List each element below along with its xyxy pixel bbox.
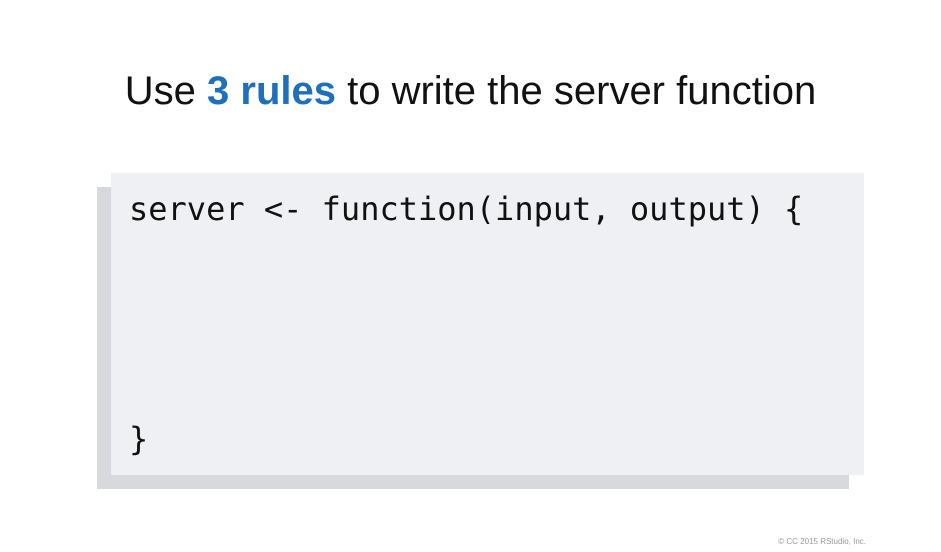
slide-title: Use 3 rules to write the server function <box>0 66 941 116</box>
title-prefix: Use <box>124 69 208 113</box>
copyright-footer: © CC 2015 RStudio, Inc. <box>778 537 866 546</box>
code-block: server <- function(input, output) { } <box>111 173 864 475</box>
code-line-function-header: server <- function(input, output) { <box>129 190 804 228</box>
title-suffix: to write the server function <box>336 69 817 113</box>
title-highlight: 3 rules <box>207 69 336 113</box>
code-line-closing-brace: } <box>129 420 149 458</box>
